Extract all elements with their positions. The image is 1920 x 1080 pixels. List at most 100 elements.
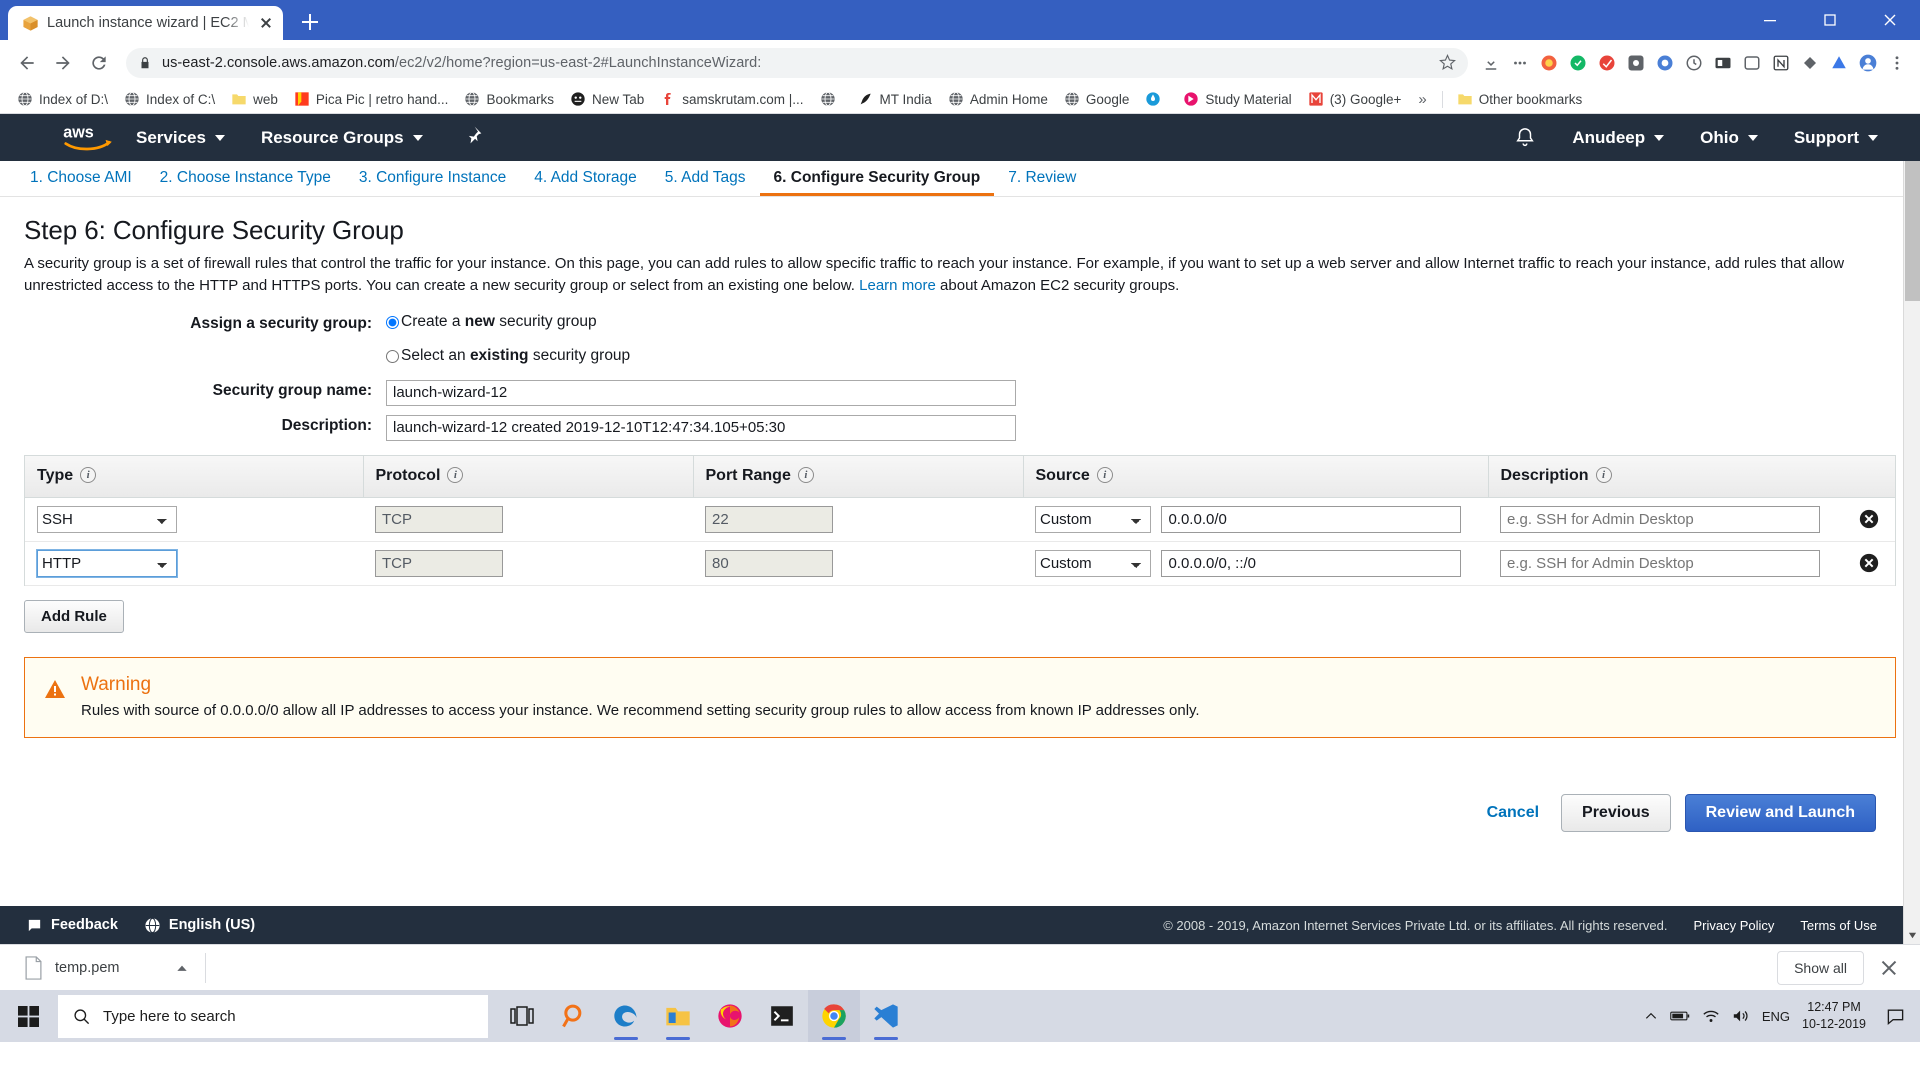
extension-icon-2[interactable] [1565,50,1591,76]
rule-source-input[interactable] [1161,506,1462,533]
show-all-downloads-button[interactable]: Show all [1777,950,1864,985]
battery-icon[interactable] [1670,1009,1690,1023]
pin-icon[interactable] [463,125,483,150]
previous-button[interactable]: Previous [1561,794,1671,832]
bookmark-item[interactable]: Google [1057,88,1137,110]
extension-icon-6[interactable] [1681,50,1707,76]
rule-source-select[interactable]: Custom [1035,506,1151,533]
support-menu[interactable]: Support [1776,114,1896,161]
more-dots-icon[interactable] [1507,50,1533,76]
show-hidden-icons-chevron[interactable] [1644,1009,1658,1023]
page-scrollbar[interactable] [1903,114,1920,944]
wizard-step-7[interactable]: 7. Review [994,161,1090,196]
explorer-icon[interactable] [652,990,704,1042]
wifi-icon[interactable] [1702,1008,1720,1024]
account-menu[interactable]: Anudeep [1554,114,1682,161]
wizard-step-6[interactable]: 6. Configure Security Group [759,161,995,196]
extension-icon-9[interactable] [1797,50,1823,76]
extension-icon-8[interactable] [1739,50,1765,76]
region-menu[interactable]: Ohio [1682,114,1776,161]
download-menu-chevron-icon[interactable] [175,961,189,975]
info-icon[interactable]: i [447,467,464,484]
extension-icon-5[interactable] [1652,50,1678,76]
radio-new-input[interactable] [386,315,399,329]
download-item[interactable]: temp.pem [14,949,129,987]
close-shelf-icon[interactable] [1878,957,1900,979]
extension-icon-1[interactable] [1536,50,1562,76]
chrome-menu-icon[interactable] [1884,50,1910,76]
rule-source-select[interactable]: Custom [1035,550,1151,577]
info-icon[interactable]: i [1096,467,1113,484]
bookmarks-overflow-button[interactable]: » [1410,88,1434,111]
bookmark-item[interactable]: samskrutam.com |... [653,88,810,110]
wizard-step-3[interactable]: 3. Configure Instance [345,161,520,196]
feedback-button[interactable]: Feedback [26,917,118,934]
extension-icon-10[interactable] [1826,50,1852,76]
rule-type-select[interactable]: SSH [37,506,177,533]
downloads-icon[interactable] [1478,50,1504,76]
rule-description-input[interactable] [1500,550,1820,577]
bookmark-item[interactable]: Bookmarks [457,88,561,110]
wizard-step-4[interactable]: 4. Add Storage [520,161,651,196]
privacy-policy-link[interactable]: Privacy Policy [1694,918,1775,933]
wizard-step-1[interactable]: 1. Choose AMI [16,161,146,196]
search-orange-icon[interactable] [548,990,600,1042]
learn-more-link[interactable]: Learn more [859,277,936,294]
delete-rule-icon[interactable] [1858,508,1880,530]
bookmark-item[interactable]: web [224,88,285,110]
bookmark-item[interactable]: MT India [851,88,939,110]
radio-select-existing-security-group[interactable]: Select an existing security group [386,347,630,365]
address-bar[interactable]: us-east-2.console.aws.amazon.com/ec2/v2/… [126,47,1468,78]
bookmark-item[interactable]: Admin Home [941,88,1055,110]
aws-logo[interactable]: aws [62,121,118,155]
taskbar-clock[interactable]: 12:47 PM 10-12-2019 [1802,999,1866,1033]
radio-existing-input[interactable] [386,349,399,363]
new-tab-button[interactable] [295,7,325,37]
minimize-button[interactable] [1740,0,1800,40]
browser-tab[interactable]: Launch instance wizard | EC2 Ma [8,6,283,40]
back-button[interactable] [10,46,44,80]
bookmark-item[interactable]: (3) Google+ [1301,88,1409,110]
task-view-icon[interactable] [496,990,548,1042]
bookmark-item[interactable]: Study Material [1176,88,1298,110]
terms-of-use-link[interactable]: Terms of Use [1800,918,1877,933]
bookmark-star-icon[interactable] [1439,54,1456,71]
info-icon[interactable]: i [80,467,97,484]
info-icon[interactable]: i [1595,467,1612,484]
start-button[interactable] [0,990,58,1042]
resource-groups-menu[interactable]: Resource Groups [243,114,441,161]
close-window-button[interactable] [1860,0,1920,40]
maximize-button[interactable] [1800,0,1860,40]
add-rule-button[interactable]: Add Rule [24,600,124,633]
info-icon[interactable]: i [797,467,814,484]
radio-create-new-security-group[interactable]: Create a new security group [386,313,630,331]
extension-icon-4[interactable] [1623,50,1649,76]
rule-description-input[interactable] [1500,506,1820,533]
language-button[interactable]: English (US) [144,917,255,934]
services-menu[interactable]: Services [118,114,243,161]
other-bookmarks-button[interactable]: Other bookmarks [1450,88,1590,110]
notifications-bell[interactable] [1496,114,1554,161]
extension-icon-7[interactable] [1710,50,1736,76]
bookmark-item[interactable] [813,88,849,110]
notion-icon[interactable] [1768,50,1794,76]
chrome-icon[interactable] [808,990,860,1042]
rule-type-select[interactable]: HTTP [36,549,178,578]
taskbar-search-box[interactable]: Type here to search [58,994,488,1038]
forward-button[interactable] [46,46,80,80]
wizard-step-5[interactable]: 5. Add Tags [651,161,760,196]
delete-rule-icon[interactable] [1858,552,1880,574]
rule-source-input[interactable] [1161,550,1462,577]
reload-button[interactable] [82,46,116,80]
vscode-icon[interactable] [860,990,912,1042]
profile-avatar[interactable] [1855,50,1881,76]
language-indicator[interactable]: ENG [1762,1009,1790,1024]
firefox-icon[interactable] [704,990,756,1042]
scroll-down-arrow[interactable] [1904,927,1920,944]
review-and-launch-button[interactable]: Review and Launch [1684,794,1876,832]
description-input[interactable] [386,414,1016,441]
cancel-button[interactable]: Cancel [1479,804,1547,822]
wizard-step-2[interactable]: 2. Choose Instance Type [146,161,345,196]
edge-icon[interactable] [600,990,652,1042]
bookmark-item[interactable] [1138,88,1174,110]
